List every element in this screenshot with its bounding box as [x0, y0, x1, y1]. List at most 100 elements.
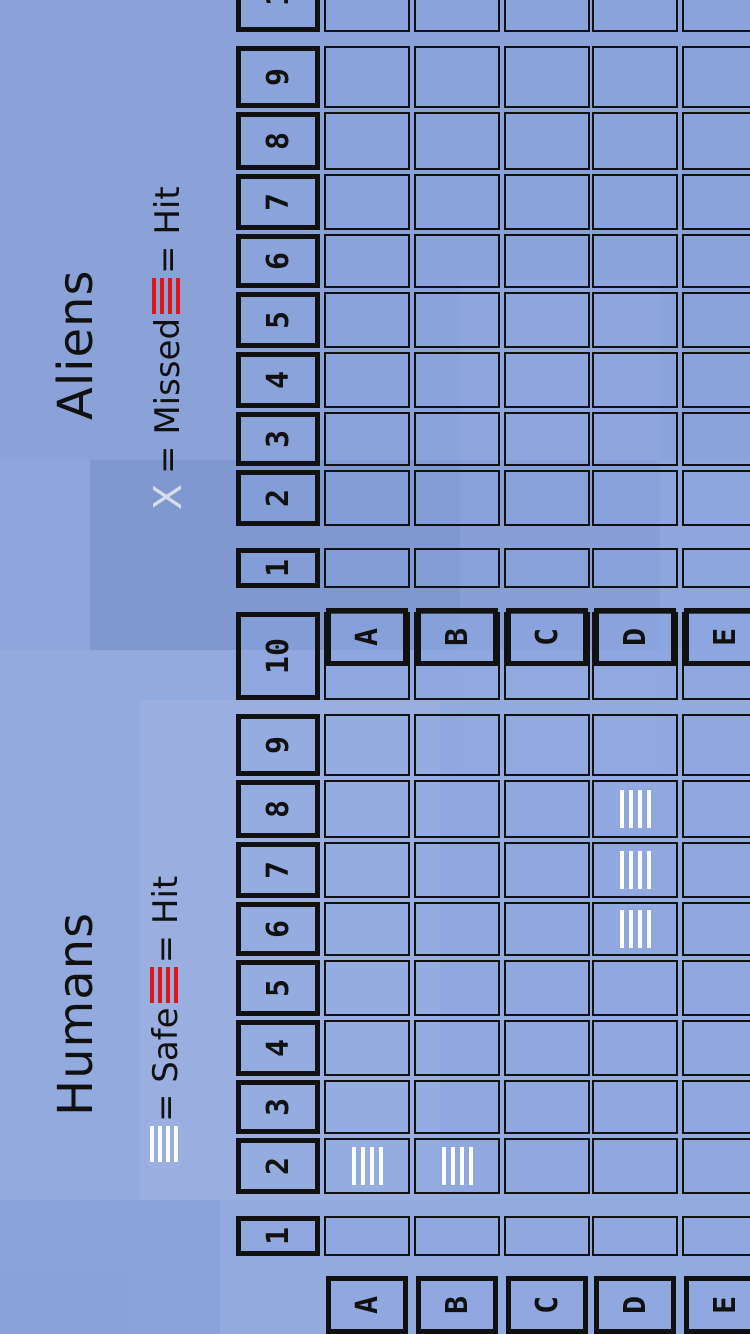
grid-cell-c6[interactable]	[504, 902, 590, 956]
row-header-b: B	[416, 1276, 498, 1334]
grid-cell-e7[interactable]	[682, 174, 750, 230]
grid-cell-b7[interactable]	[414, 174, 500, 230]
grid-cell-a4[interactable]	[324, 352, 410, 408]
grid-cell-a6[interactable]	[324, 234, 410, 288]
grid-cell-a4[interactable]	[324, 1020, 410, 1076]
grid-cell-b1[interactable]	[414, 548, 500, 588]
grid-cell-d10[interactable]	[592, 0, 678, 32]
grid-cell-e4[interactable]	[682, 1020, 750, 1076]
grid-cell-d7[interactable]	[592, 174, 678, 230]
grid-cell-d7[interactable]	[592, 842, 678, 898]
grid-cell-d9[interactable]	[592, 46, 678, 108]
grid-cell-c3[interactable]	[504, 1080, 590, 1134]
grid-cell-b9[interactable]	[414, 714, 500, 776]
grid-cell-a7[interactable]	[324, 174, 410, 230]
grid-cell-e1[interactable]	[682, 1216, 750, 1256]
grid-cell-a5[interactable]	[324, 960, 410, 1016]
grid-cell-c9[interactable]	[504, 46, 590, 108]
grid-cell-e1[interactable]	[682, 548, 750, 588]
col-header-3: 3	[236, 412, 320, 466]
grid-cell-a6[interactable]	[324, 902, 410, 956]
grid-cell-a1[interactable]	[324, 1216, 410, 1256]
grid-cell-a5[interactable]	[324, 292, 410, 348]
grid-cell-d4[interactable]	[592, 1020, 678, 1076]
grid-cell-c6[interactable]	[504, 234, 590, 288]
grid-cell-c8[interactable]	[504, 112, 590, 170]
grid-cell-e9[interactable]	[682, 46, 750, 108]
grid-cell-c7[interactable]	[504, 842, 590, 898]
grid-cell-c2[interactable]	[504, 470, 590, 526]
grid-cell-d1[interactable]	[592, 548, 678, 588]
grid-cell-c3[interactable]	[504, 412, 590, 466]
grid-cell-d3[interactable]	[592, 1080, 678, 1134]
grid-cell-e5[interactable]	[682, 292, 750, 348]
grid-cell-e7[interactable]	[682, 842, 750, 898]
aliens-title: Aliens	[48, 269, 104, 420]
grid-cell-d5[interactable]	[592, 960, 678, 1016]
grid-cell-a7[interactable]	[324, 842, 410, 898]
grid-cell-b4[interactable]	[414, 352, 500, 408]
grid-cell-e4[interactable]	[682, 352, 750, 408]
grid-cell-a8[interactable]	[324, 112, 410, 170]
grid-cell-e8[interactable]	[682, 780, 750, 838]
grid-cell-c1[interactable]	[504, 548, 590, 588]
grid-cell-b3[interactable]	[414, 1080, 500, 1134]
safe-ship-icon	[350, 1147, 384, 1185]
grid-cell-b8[interactable]	[414, 780, 500, 838]
grid-cell-e8[interactable]	[682, 112, 750, 170]
grid-cell-d6[interactable]	[592, 902, 678, 956]
grid-cell-d8[interactable]	[592, 112, 678, 170]
grid-cell-b6[interactable]	[414, 902, 500, 956]
grid-cell-d9[interactable]	[592, 714, 678, 776]
grid-cell-a9[interactable]	[324, 714, 410, 776]
grid-cell-e3[interactable]	[682, 412, 750, 466]
grid-cell-b2[interactable]	[414, 470, 500, 526]
grid-cell-d1[interactable]	[592, 1216, 678, 1256]
grid-cell-b1[interactable]	[414, 1216, 500, 1256]
grid-cell-b3[interactable]	[414, 412, 500, 466]
grid-cell-e10[interactable]	[682, 0, 750, 32]
grid-cell-b4[interactable]	[414, 1020, 500, 1076]
grid-cell-b8[interactable]	[414, 112, 500, 170]
humans-legend: = Safe = Hit	[146, 872, 186, 1162]
grid-cell-e2[interactable]	[682, 470, 750, 526]
grid-cell-e3[interactable]	[682, 1080, 750, 1134]
grid-cell-d3[interactable]	[592, 412, 678, 466]
grid-cell-c4[interactable]	[504, 352, 590, 408]
grid-cell-a2[interactable]	[324, 470, 410, 526]
grid-cell-c1[interactable]	[504, 1216, 590, 1256]
grid-cell-d6[interactable]	[592, 234, 678, 288]
grid-cell-c5[interactable]	[504, 292, 590, 348]
grid-cell-c9[interactable]	[504, 714, 590, 776]
grid-cell-e5[interactable]	[682, 960, 750, 1016]
grid-cell-e6[interactable]	[682, 234, 750, 288]
grid-cell-a2[interactable]	[324, 1138, 410, 1194]
grid-cell-c4[interactable]	[504, 1020, 590, 1076]
grid-cell-d2[interactable]	[592, 1138, 678, 1194]
grid-cell-b5[interactable]	[414, 292, 500, 348]
grid-cell-b7[interactable]	[414, 842, 500, 898]
grid-cell-e2[interactable]	[682, 1138, 750, 1194]
grid-cell-a9[interactable]	[324, 46, 410, 108]
grid-cell-c5[interactable]	[504, 960, 590, 1016]
grid-cell-c8[interactable]	[504, 780, 590, 838]
grid-cell-d2[interactable]	[592, 470, 678, 526]
grid-cell-b5[interactable]	[414, 960, 500, 1016]
grid-cell-e6[interactable]	[682, 902, 750, 956]
grid-cell-b10[interactable]	[414, 0, 500, 32]
grid-cell-b2[interactable]	[414, 1138, 500, 1194]
grid-cell-a3[interactable]	[324, 1080, 410, 1134]
grid-cell-c10[interactable]	[504, 0, 590, 32]
grid-cell-a8[interactable]	[324, 780, 410, 838]
grid-cell-a3[interactable]	[324, 412, 410, 466]
grid-cell-a1[interactable]	[324, 548, 410, 588]
grid-cell-b9[interactable]	[414, 46, 500, 108]
grid-cell-e9[interactable]	[682, 714, 750, 776]
grid-cell-c7[interactable]	[504, 174, 590, 230]
grid-cell-d4[interactable]	[592, 352, 678, 408]
grid-cell-c2[interactable]	[504, 1138, 590, 1194]
grid-cell-a10[interactable]	[324, 0, 410, 32]
grid-cell-d5[interactable]	[592, 292, 678, 348]
grid-cell-b6[interactable]	[414, 234, 500, 288]
grid-cell-d8[interactable]	[592, 780, 678, 838]
